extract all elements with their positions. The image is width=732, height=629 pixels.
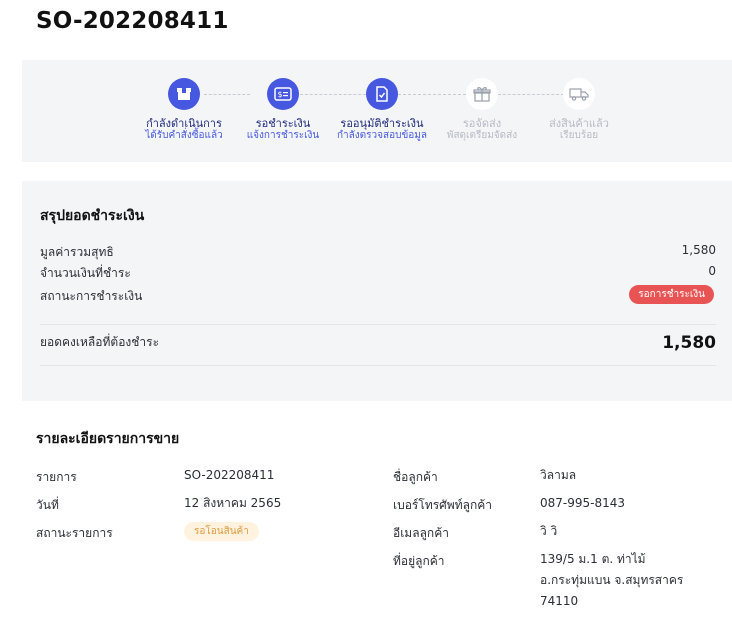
customer-address-line3: 74110 — [540, 594, 579, 608]
customer-name-value: วิลามล — [540, 468, 577, 482]
gift-box-icon — [466, 78, 498, 110]
customer-address-line2: อ.กระทุ่มแบน จ.สมุทรสาคร — [540, 573, 684, 587]
net-total-label: มูลค่ารวมสุทธิ — [40, 245, 114, 259]
payment-status-badge: รอการชำระเงิน — [629, 285, 714, 304]
customer-name-label: ชื่อลูกค้า — [393, 470, 438, 484]
dollar-card-icon: $ — [267, 78, 299, 110]
customer-address-line1: 139/5 ม.1 ต. ท่าไม้ — [540, 552, 646, 566]
box-icon — [168, 78, 200, 110]
date-value: 12 สิงหาคม 2565 — [184, 496, 282, 510]
svg-text:$: $ — [278, 90, 283, 99]
item-value: SO-202208411 — [184, 468, 275, 482]
net-total-row: มูลค่ารวมสุทธิ 1,580 — [40, 243, 716, 262]
customer-address-label: ที่อยู่ลูกค้า — [393, 554, 445, 568]
step-sublabel: เรียบร้อย — [559, 130, 599, 141]
document-check-icon — [366, 78, 398, 110]
net-total-value: 1,580 — [681, 243, 716, 257]
order-progress-panel: กำลังดำเนินการ ได้รับคำสั่งซื้อแล้ว $ รอ… — [22, 60, 732, 162]
order-number-title: SO-202208411 — [36, 8, 229, 34]
customer-phone-label: เบอร์โทรศัพท์ลูกค้า — [393, 498, 492, 512]
date-label: วันที่ — [36, 498, 59, 512]
payment-status-row: สถานะการชำระเงิน รอการชำระเงิน — [40, 285, 716, 306]
step-label: ส่งสินค้าแล้ว — [549, 117, 609, 130]
customer-email-label: อีเมลลูกค้า — [393, 526, 449, 540]
order-status-badge: รอโอนสินค้า — [184, 522, 259, 541]
truck-icon — [563, 78, 595, 110]
balance-due-label: ยอดคงเหลือที่ต้องชำระ — [40, 335, 160, 349]
sales-details-title: รายละเอียดรายการขาย — [36, 431, 180, 447]
step-shipped: ส่งสินค้าแล้ว เรียบร้อย — [519, 78, 639, 142]
summary-divider — [40, 365, 716, 366]
summary-title: สรุปยอดชำระเงิน — [40, 208, 145, 224]
paid-amount-row: จำนวนเงินที่ชำระ 0 — [40, 264, 716, 283]
customer-phone-value: 087-995-8143 — [540, 496, 626, 510]
paid-amount-value: 0 — [708, 264, 716, 278]
customer-email-value: วิ วิ — [540, 524, 558, 538]
payment-status-label: สถานะการชำระเงิน — [40, 289, 143, 303]
item-label: รายการ — [36, 470, 77, 484]
paid-amount-label: จำนวนเงินที่ชำระ — [40, 266, 131, 280]
payment-summary-panel: สรุปยอดชำระเงิน มูลค่ารวมสุทธิ 1,580 จำน… — [22, 181, 732, 401]
balance-due-value: 1,580 — [662, 333, 716, 353]
summary-divider — [40, 324, 716, 325]
order-status-label: สถานะรายการ — [36, 526, 113, 540]
